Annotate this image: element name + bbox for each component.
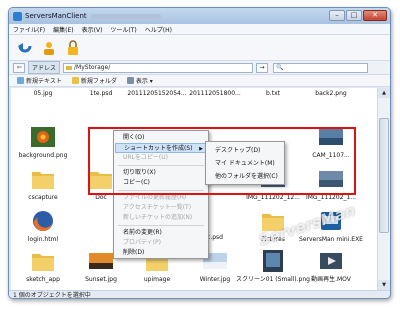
menu-view[interactable]: 表示(V)	[82, 25, 103, 34]
file-name: Winter.jpg	[199, 276, 231, 283]
scroll-down-icon[interactable]: ▼	[378, 280, 390, 290]
view-button[interactable]: 表示 ▾	[126, 76, 153, 85]
new-text-icon	[17, 77, 24, 84]
folder-icon	[32, 172, 54, 189]
file-item[interactable]: sketch_app	[15, 248, 71, 283]
command-bar: 新規テキスト 新規フォルダ 表示 ▾	[9, 75, 390, 87]
new-folder-label: 新規フォルダ	[80, 78, 117, 85]
menu-bar: ファイル(F) 編集(E) 表示(V) ツール(T) ヘルプ(H)	[9, 24, 390, 35]
ctx-access-tickets[interactable]: アクセスチケット一覧(T)	[115, 203, 207, 213]
title-bar[interactable]: ServersManClient – □ ✕	[9, 8, 390, 24]
file-item[interactable]: 20111205152054...	[127, 90, 187, 97]
menu-separator	[118, 225, 204, 226]
close-button[interactable]: ✕	[363, 10, 387, 21]
new-folder-button[interactable]: 新規フォルダ	[71, 76, 117, 85]
menu-help[interactable]: ヘルプ(H)	[145, 25, 172, 34]
ctx-rename[interactable]: 名前の変更(R)	[115, 228, 207, 238]
new-folder-icon	[71, 77, 79, 84]
window-title: ServersManClient	[25, 12, 87, 20]
window-controls: – □ ✕	[329, 10, 387, 21]
address-go-button[interactable]: →	[256, 62, 269, 73]
view-icon	[126, 77, 134, 84]
user-icon[interactable]	[41, 40, 57, 56]
firefox-icon	[33, 211, 53, 232]
minimize-button[interactable]: –	[329, 10, 345, 21]
address-bar: ⇦ アドレス /MyStorage/ → 🔍	[9, 61, 390, 75]
ctx-add-ticket[interactable]: 新しいチケットの追加(N)	[115, 213, 207, 223]
file-name: Doc	[95, 194, 107, 201]
file-name: 動画再生.MOV	[311, 276, 351, 283]
vertical-scrollbar[interactable]: ▲ ▼	[377, 88, 390, 290]
image-thumbnail-icon	[31, 127, 55, 147]
file-name: c.psd	[207, 234, 223, 241]
file-name: Sunset.jpg	[85, 276, 117, 283]
file-name: b.txt	[266, 90, 280, 97]
new-text-button[interactable]: 新規テキスト	[17, 76, 62, 85]
back-arrow-icon[interactable]	[17, 40, 33, 56]
maximize-button[interactable]: □	[346, 10, 362, 21]
address-input[interactable]: /MyStorage/	[63, 62, 254, 73]
image-thumbnail-icon	[89, 253, 113, 269]
file-name: 20111205152054...	[127, 90, 187, 97]
file-item[interactable]: background.png	[15, 124, 71, 159]
folder-icon	[32, 254, 54, 271]
scroll-thumb[interactable]	[379, 118, 389, 233]
scroll-up-icon[interactable]: ▲	[378, 88, 390, 98]
file-name: upimage	[143, 276, 171, 283]
nav-back-icon[interactable]: ⇦	[13, 62, 25, 73]
view-label: 表示 ▾	[135, 78, 153, 85]
file-name: 201112051800...	[189, 90, 241, 97]
status-bar: 1 個のオブジェクトを選択中	[9, 290, 390, 298]
title-blurred-text	[90, 13, 161, 19]
file-name: IMG_111202_1...	[305, 194, 357, 201]
app-logo-icon	[13, 11, 22, 21]
ctx-delete[interactable]: 削除(D)	[115, 248, 207, 258]
file-name: IMG_111202_12...	[246, 194, 300, 201]
lock-icon[interactable]	[65, 39, 81, 56]
file-item[interactable]: login.html	[15, 208, 71, 243]
file-item[interactable]: back2.png	[303, 90, 359, 97]
file-item[interactable]: cscapture	[15, 166, 71, 201]
new-text-label: 新規テキスト	[26, 78, 62, 85]
file-name: cscapture	[28, 194, 58, 201]
search-input[interactable]: 🔍	[273, 62, 369, 73]
file-name: login.html	[27, 236, 59, 243]
highlight-box	[88, 127, 356, 195]
file-name: sketch_app	[26, 276, 60, 283]
file-item[interactable]: 05.jpg	[15, 90, 71, 97]
menu-file[interactable]: ファイル(F)	[13, 25, 45, 34]
toolbar	[9, 35, 390, 61]
ctx-properties[interactable]: プロパティ(P)	[115, 238, 207, 248]
menu-tools[interactable]: ツール(T)	[110, 25, 136, 34]
file-item[interactable]: 201112051800...	[187, 90, 243, 97]
file-name: 05.jpg	[33, 90, 53, 97]
file-name: background.png	[18, 152, 68, 159]
file-item[interactable]: 1te.psd	[73, 90, 129, 97]
menu-edit[interactable]: 編集(E)	[53, 25, 73, 34]
file-item[interactable]: b.txt	[245, 90, 301, 97]
address-label: アドレス	[28, 61, 61, 74]
file-name: 1te.psd	[89, 90, 113, 97]
file-name: back2.png	[315, 90, 347, 97]
